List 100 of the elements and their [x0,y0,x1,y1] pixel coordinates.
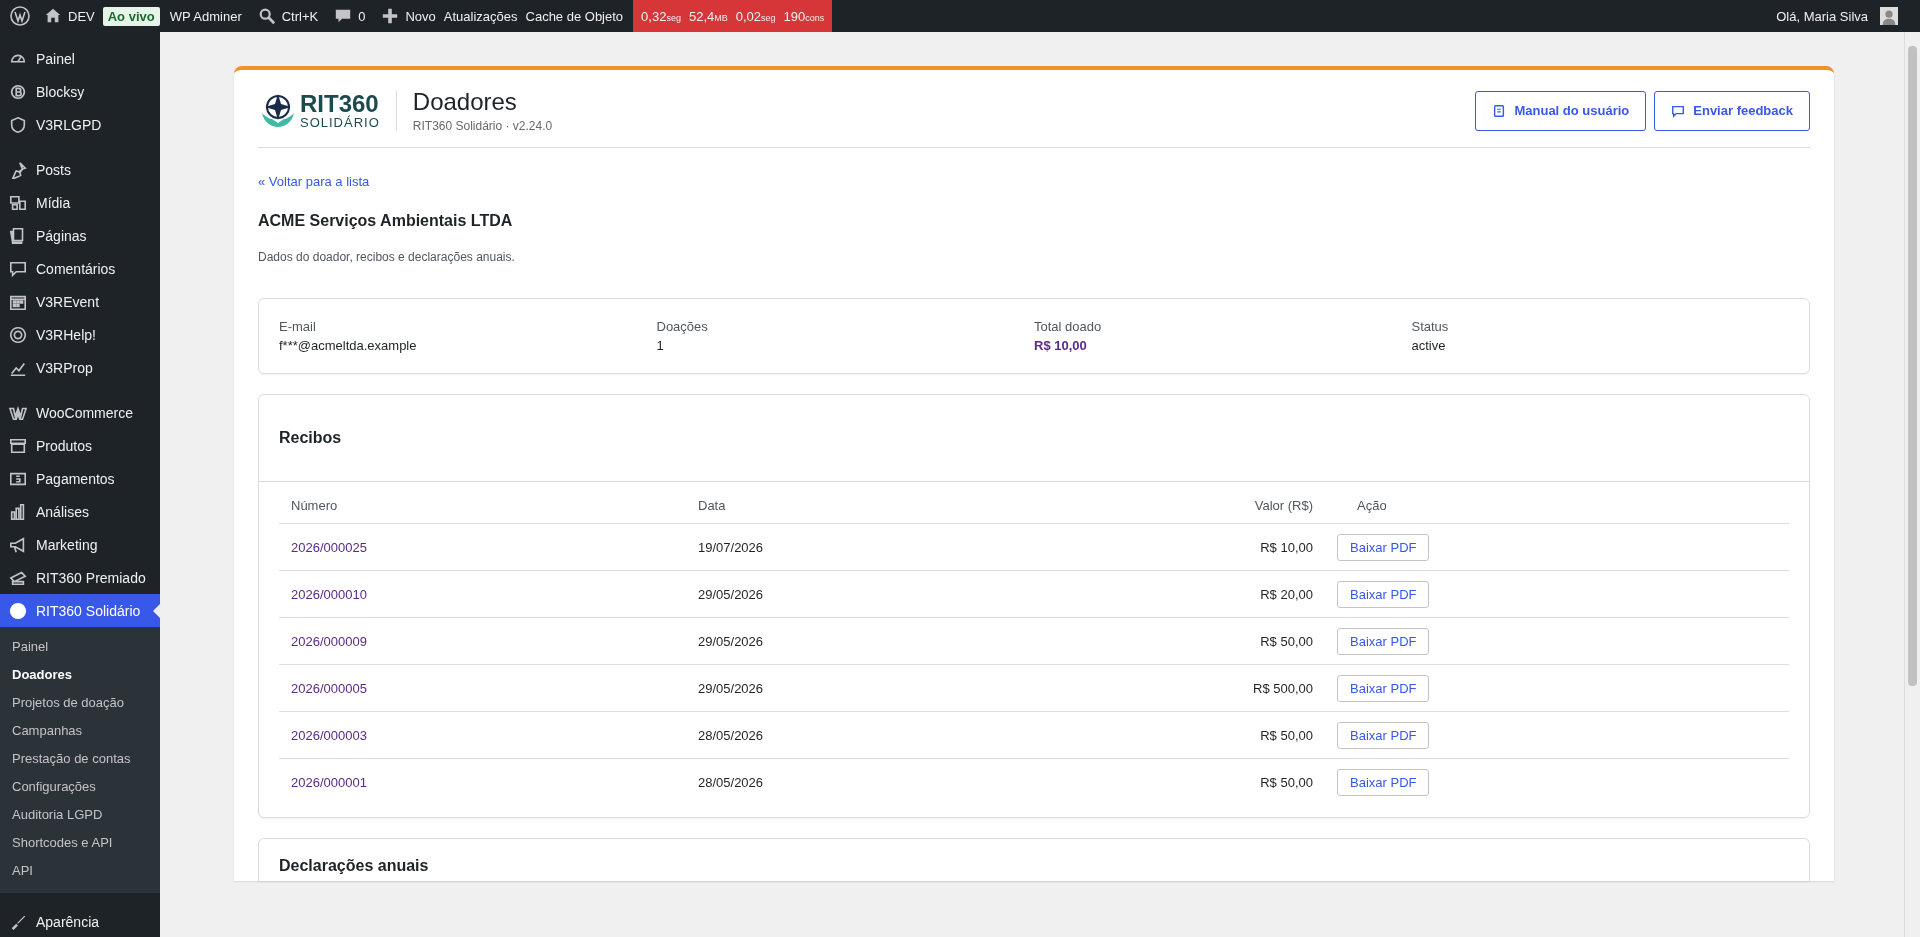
sidebar-item[interactable]: WooCommerce [0,396,160,429]
download-pdf-button[interactable]: Baixar PDF [1337,721,1430,749]
sidebar-item[interactable]: Posts [0,153,160,186]
download-pdf-button[interactable]: Baixar PDF [1337,627,1430,655]
menu-icon [9,193,27,212]
receipt-date: 29/05/2026 [698,680,764,696]
search-shortcut-link[interactable]: Ctrl+K [281,8,319,24]
environment-badge: Ao vivo [102,6,160,26]
column-header: Número [279,498,698,524]
sidebar-item[interactable]: RIT360 Premiado [0,561,160,594]
download-pdf-button[interactable]: Baixar PDF [1337,674,1430,702]
avatar-icon[interactable] [1880,7,1898,25]
sidebar-item[interactable]: V3RHelp! [0,318,160,351]
submenu-item[interactable]: Prestação de contas [0,745,160,773]
summary-value: 1 [656,338,665,353]
summary-value: R$ 10,00 [1034,338,1088,353]
submenu-item[interactable]: Painel [0,633,160,661]
object-cache-link[interactable]: Cache de Objeto [525,8,624,24]
menu-icon [9,160,27,179]
receipt-date: 19/07/2026 [698,539,764,555]
sidebar-item[interactable]: V3RLGPD [0,108,160,141]
summary-label: E-mail [279,319,317,334]
logo-wordmark: RIT360 [300,92,380,116]
sidebar-item[interactable]: Painel [0,42,160,75]
logo-subtitle: SOLIDÁRIO [300,116,380,129]
menu-icon [9,82,27,101]
menu-icon [9,535,27,554]
receipt-number-link[interactable]: 2026/000010 [291,586,367,602]
plugin-version: RIT360 Solidário · v2.24.0 [412,119,553,133]
receipt-date: 29/05/2026 [698,633,764,649]
back-to-list-link[interactable]: « Voltar para a lista [258,174,370,189]
column-header: Data [698,498,968,524]
column-header: Valor (R$) [967,498,1325,524]
receipt-date: 28/05/2026 [698,774,764,790]
receipt-value: R$ 500,00 [1253,680,1313,696]
wordpress-logo-icon[interactable] [10,6,30,26]
page-title: Doadores [412,88,518,116]
menu-icon [9,115,27,134]
submenu-item[interactable]: Configurações [0,773,160,801]
download-pdf-button[interactable]: Baixar PDF [1337,580,1430,608]
sidebar-item[interactable]: Páginas [0,219,160,252]
sidebar-item[interactable]: Produtos [0,429,160,462]
receipt-number-link[interactable]: 2026/000025 [291,539,367,555]
page-description: Dados do doador, recibos e declarações anuais. [258,250,516,264]
updates-link[interactable]: Atualizações [443,8,518,24]
menu-icon [9,601,27,620]
receipt-value: R$ 50,00 [1260,774,1313,790]
performance-metric: 52,4MB [688,8,728,24]
summary-label: Doações [656,319,709,334]
performance-metric: 0,32seg [641,8,681,24]
adminer-link[interactable]: WP Adminer [169,8,242,24]
sidebar-item[interactable]: Mídia [0,186,160,219]
submenu-item[interactable]: API [0,857,160,885]
receipt-date: 29/05/2026 [698,586,764,602]
sidebar-item[interactable]: Blocksy [0,75,160,108]
summary-value: f***@acmeltda.example [279,338,418,353]
new-link[interactable]: Novo [405,8,436,24]
receipts-heading: Recibos [259,395,1809,482]
receipt-value: R$ 20,00 [1260,586,1313,602]
site-name-link[interactable]: DEV [68,8,95,24]
download-pdf-button[interactable]: Baixar PDF [1337,533,1430,561]
receipt-value: R$ 50,00 [1260,727,1313,743]
receipt-number-link[interactable]: 2026/000005 [291,680,367,696]
submenu-item[interactable]: Auditoria LGPD [0,801,160,829]
summary-label: Total doado [1034,319,1103,334]
chat-bubble-icon [1671,103,1686,118]
menu-icon [9,259,27,278]
plus-icon[interactable] [381,7,400,25]
menu-icon [9,502,27,521]
receipt-number-link[interactable]: 2026/000001 [291,774,367,790]
sidebar-item[interactable]: Marketing [0,528,160,561]
receipt-number-link[interactable]: 2026/000003 [291,727,367,743]
search-icon[interactable] [257,7,276,25]
sidebar-item[interactable]: V3REvent [0,285,160,318]
submenu-item[interactable]: Campanhas [0,717,160,745]
submenu-item[interactable]: Projetos de doação [0,689,160,717]
download-pdf-button[interactable]: Baixar PDF [1337,768,1430,796]
feedback-button[interactable]: Enviar feedback [1654,90,1810,131]
submenu-item[interactable]: Shortcodes e API [0,829,160,857]
receipt-value: R$ 10,00 [1260,539,1313,555]
document-icon [1492,103,1507,118]
user-manual-button[interactable]: Manual do usuário [1475,90,1647,131]
sidebar-item[interactable]: Comentários [0,252,160,285]
comment-count[interactable]: 0 [358,8,366,24]
performance-metric: 0,02seg [735,8,776,24]
performance-panel[interactable]: 0,32seg 52,4MB 0,02seg 190cons [633,0,833,32]
submenu-item[interactable]: Doadores [0,661,160,689]
receipt-number-link[interactable]: 2026/000009 [291,633,367,649]
receipt-value: R$ 50,00 [1260,633,1313,649]
scrollbar[interactable] [1904,32,1920,937]
summary-label: Status [1411,319,1450,334]
sidebar-item[interactable]: V3RProp [0,351,160,384]
greeting-link[interactable]: Olá, Maria Silva [1776,8,1868,24]
sidebar-item[interactable]: Aparência [0,905,160,937]
sidebar-item[interactable]: RIT360 Solidário [0,594,160,627]
home-icon[interactable] [44,7,62,25]
menu-icon [9,436,27,455]
sidebar-item[interactable]: Pagamentos [0,462,160,495]
sidebar-item[interactable]: Análises [0,495,160,528]
receipt-date: 28/05/2026 [698,727,764,743]
